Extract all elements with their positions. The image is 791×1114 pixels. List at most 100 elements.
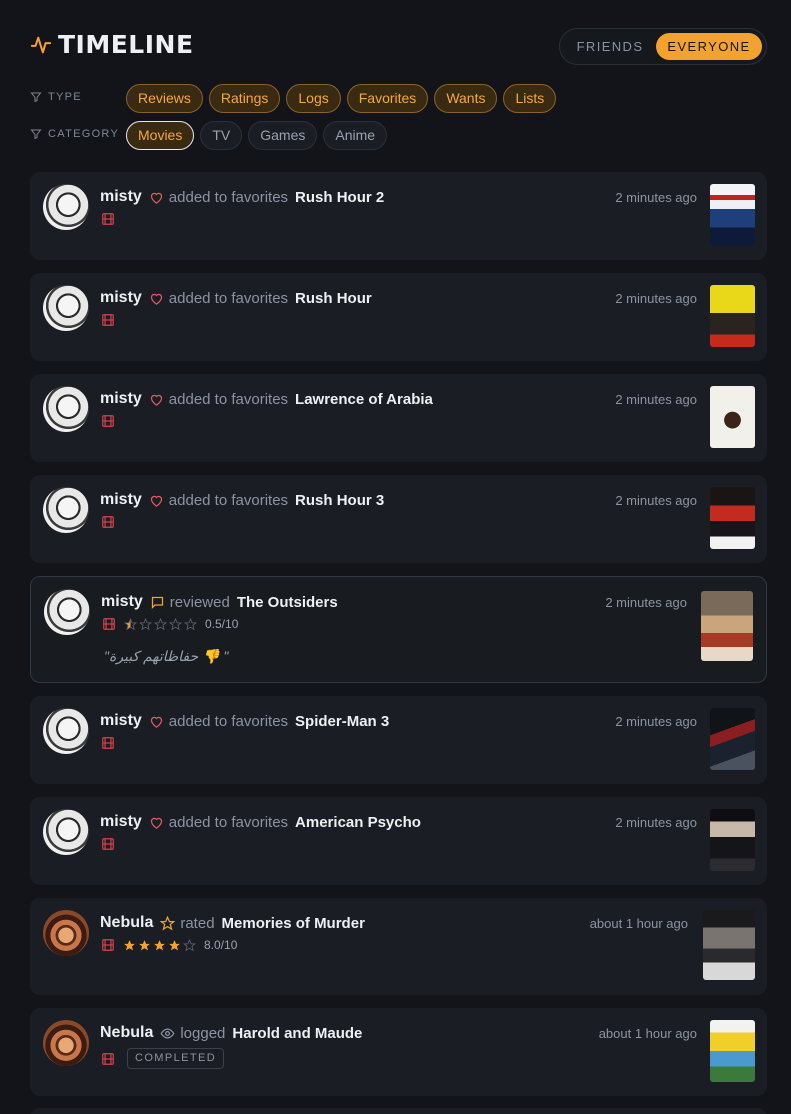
film-icon (102, 838, 114, 850)
audience-toggle: FRIENDS EVERYONE (559, 28, 767, 65)
page-title: TIMELINE (58, 30, 194, 59)
media-title[interactable]: Rush Hour 2 (295, 189, 384, 206)
rating-stars: 8.0/10 (123, 938, 237, 952)
film-icon (102, 516, 114, 528)
poster[interactable] (710, 809, 755, 871)
status-badge: COMPLETED (127, 1048, 225, 1069)
activity-icon (30, 36, 52, 53)
avatar[interactable] (43, 386, 89, 432)
toggle-everyone[interactable]: EVERYONE (656, 33, 762, 60)
timestamp: 2 minutes ago (615, 291, 697, 306)
chip-movies[interactable]: Movies (126, 121, 195, 150)
avatar[interactable] (43, 809, 89, 855)
media-title[interactable]: American Psycho (295, 814, 421, 831)
chip-logs[interactable]: Logs (286, 84, 341, 113)
media-title[interactable]: Spider-Man 3 (295, 713, 389, 730)
poster[interactable] (710, 386, 755, 448)
media-title[interactable]: Lawrence of Arabia (295, 391, 433, 408)
heart-icon (150, 293, 162, 305)
logo: TIMELINE (30, 30, 194, 59)
activity-action: added to favorites (168, 712, 289, 730)
heart-icon (150, 394, 162, 406)
activity-card[interactable]: misty added to favorites Lawrence of Ara… (30, 374, 767, 462)
film-icon (102, 314, 114, 326)
username[interactable]: misty (100, 188, 142, 206)
avatar[interactable] (43, 1020, 89, 1066)
activity-card[interactable]: misty added to favorites Spider-Man 3 2 … (30, 696, 767, 784)
empty-star-icon (154, 617, 167, 630)
filled-star-icon (169, 939, 180, 950)
chip-wants[interactable]: Wants (434, 84, 498, 113)
avatar[interactable] (43, 708, 89, 754)
chip-favorites[interactable]: Favorites (346, 84, 429, 113)
activity-card[interactable]: misty added to favorites American Psycho… (30, 797, 767, 885)
toggle-friends[interactable]: FRIENDS (564, 33, 656, 60)
rating-stars: 0.5/10 (124, 617, 238, 631)
type-filter-label: TYPE (48, 91, 82, 103)
avatar[interactable] (43, 285, 89, 331)
avatar[interactable] (43, 184, 89, 230)
activity-card[interactable]: misty added to favorites Rush Hour 2 min… (30, 273, 767, 361)
activity-card[interactable]: Nebula rated Memories of Murder about 1 … (30, 898, 767, 995)
timestamp: 2 minutes ago (615, 493, 697, 508)
username[interactable]: misty (100, 491, 142, 509)
username[interactable]: misty (100, 712, 142, 730)
activity-card[interactable]: misty added to favorites Rush Hour 3 2 m… (30, 475, 767, 563)
username[interactable]: misty (101, 593, 143, 611)
poster[interactable] (710, 708, 755, 770)
media-title[interactable]: Rush Hour 3 (295, 492, 384, 509)
filter-icon (30, 129, 42, 140)
activity-action: added to favorites (168, 390, 289, 408)
timestamp: about 1 hour ago (598, 1026, 697, 1041)
activity-action: logged (180, 1024, 226, 1042)
poster[interactable] (710, 184, 755, 246)
heart-icon (150, 817, 162, 829)
chip-ratings[interactable]: Ratings (208, 84, 281, 113)
empty-star-icon (183, 938, 196, 951)
review-quote: "حفاظاتهم كبيرة 👎 " (104, 648, 229, 664)
chip-games[interactable]: Games (248, 121, 318, 150)
film-icon (103, 618, 115, 630)
chip-reviews[interactable]: Reviews (126, 84, 203, 113)
media-title[interactable]: Rush Hour (295, 290, 372, 307)
media-title[interactable]: Memories of Murder (222, 915, 365, 932)
avatar[interactable] (43, 910, 89, 956)
username[interactable]: Nebula (100, 1024, 153, 1042)
film-icon (102, 939, 114, 951)
chip-anime[interactable]: Anime (323, 121, 388, 150)
username[interactable]: misty (100, 390, 142, 408)
activity-card[interactable]: Nebula logged Harold and Maude about 1 h… (30, 1008, 767, 1096)
empty-star-icon (169, 617, 182, 630)
media-title[interactable]: The Outsiders (237, 594, 338, 611)
username[interactable]: misty (100, 813, 142, 831)
chip-lists[interactable]: Lists (503, 84, 557, 113)
activity-card[interactable] (30, 1108, 767, 1114)
avatar[interactable] (43, 487, 89, 533)
film-icon (102, 213, 114, 225)
category-chips: Movies TV Games Anime (126, 121, 388, 150)
poster[interactable] (710, 1020, 755, 1082)
username[interactable]: misty (100, 289, 142, 307)
activity-card[interactable]: misty added to favorites Rush Hour 2 2 m… (30, 172, 767, 260)
film-icon (102, 415, 114, 427)
timestamp: 2 minutes ago (615, 190, 697, 205)
category-filter-label: CATEGORY (48, 128, 120, 140)
avatar[interactable] (44, 589, 90, 635)
star-icon (160, 915, 176, 930)
activity-action: added to favorites (168, 188, 289, 206)
username[interactable]: Nebula (100, 914, 153, 932)
timeline-header: TIMELINE FRIENDS EVERYONE (30, 28, 767, 65)
poster[interactable] (710, 285, 755, 347)
media-title[interactable]: Harold and Maude (232, 1025, 362, 1042)
chip-tv[interactable]: TV (200, 121, 243, 150)
film-icon (102, 1052, 114, 1065)
activity-card[interactable]: misty reviewed The Outsiders 2 minutes a… (30, 576, 767, 683)
poster[interactable] (701, 591, 753, 661)
rating-score: 0.5/10 (205, 617, 239, 631)
half-star-icon (124, 617, 137, 630)
poster[interactable] (703, 910, 755, 980)
poster[interactable] (710, 487, 755, 549)
type-filter: TYPE Reviews Ratings Logs Favorites Want… (30, 84, 767, 114)
activity-action: added to favorites (168, 813, 289, 831)
heart-icon (150, 495, 162, 507)
